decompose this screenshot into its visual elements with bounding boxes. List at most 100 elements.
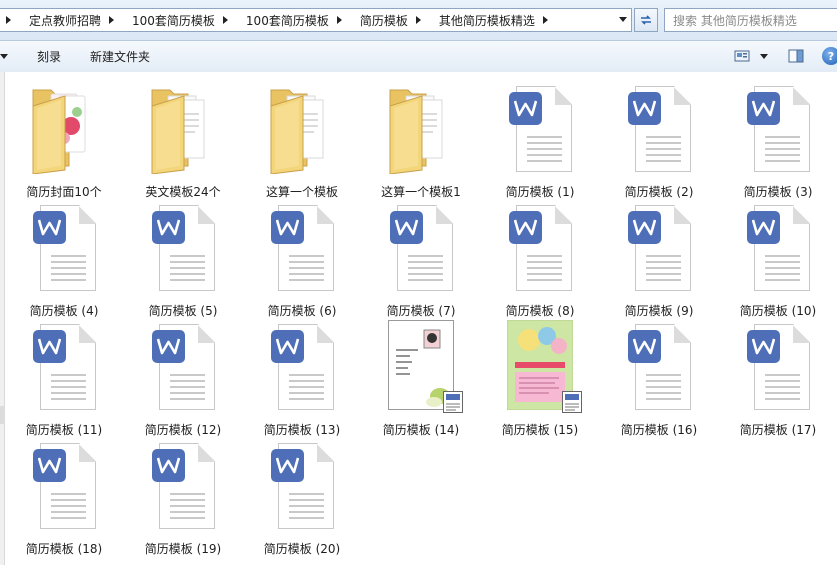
breadcrumb-root[interactable]	[0, 9, 23, 31]
item-icon[interactable]	[9, 80, 119, 174]
item-icon[interactable]	[485, 318, 595, 413]
file-item[interactable]: 简历模板 (5)	[128, 199, 238, 318]
breadcrumb-item-4[interactable]: 简历模板	[354, 9, 433, 31]
file-item[interactable]: 简历模板 (1)	[485, 80, 595, 199]
item-icon[interactable]	[247, 80, 357, 174]
item-label[interactable]: 简历模板 (11)	[9, 421, 119, 438]
item-icon[interactable]	[128, 437, 238, 531]
chevron-right-icon[interactable]	[336, 16, 342, 24]
item-icon[interactable]	[128, 318, 238, 412]
item-icon[interactable]	[485, 199, 595, 293]
organize-dropdown-icon[interactable]	[0, 54, 8, 59]
item-label[interactable]: 简历模板 (19)	[128, 540, 238, 557]
item-icon[interactable]	[128, 80, 238, 174]
view-options-dropdown-icon[interactable]	[760, 54, 768, 59]
item-label[interactable]: 简历模板 (1)	[485, 183, 595, 200]
file-item[interactable]: 简历模板 (19)	[128, 437, 238, 556]
item-label[interactable]: 这算一个模板1	[366, 183, 476, 200]
file-item[interactable]: 简历模板 (9)	[604, 199, 714, 318]
file-item[interactable]: 简历模板 (10)	[723, 199, 833, 318]
text-line	[51, 499, 86, 501]
folder-item[interactable]: 简历封面10个	[9, 80, 119, 199]
folder-item[interactable]: 这算一个模板	[247, 80, 357, 199]
item-label[interactable]: 简历封面10个	[9, 183, 119, 200]
item-label[interactable]: 简历模板 (20)	[247, 540, 357, 557]
chevron-right-icon[interactable]	[109, 16, 115, 24]
address-bar[interactable]: 定点教师招聘 100套简历模板 100套简历模板 简历模板 其他简历模板精选	[0, 8, 632, 32]
item-icon[interactable]	[247, 199, 357, 293]
wps-writer-icon	[33, 211, 66, 244]
item-icon[interactable]	[9, 199, 119, 293]
file-item[interactable]: 简历模板 (15)	[485, 318, 595, 437]
file-item[interactable]: 简历模板 (7)	[366, 199, 476, 318]
item-icon[interactable]	[9, 437, 119, 531]
file-item[interactable]: 简历模板 (14)	[366, 318, 476, 437]
item-label[interactable]: 这算一个模板	[247, 183, 357, 200]
item-label[interactable]: 英文模板24个	[128, 183, 238, 200]
item-label[interactable]: 简历模板 (15)	[485, 421, 595, 438]
help-button[interactable]: ?	[822, 47, 837, 65]
file-item[interactable]: 简历模板 (2)	[604, 80, 714, 199]
new-folder-button[interactable]: 新建文件夹	[90, 41, 150, 72]
item-label[interactable]: 简历模板 (12)	[128, 421, 238, 438]
file-item[interactable]: 简历模板 (3)	[723, 80, 833, 199]
item-icon[interactable]	[723, 199, 833, 293]
item-icon[interactable]	[247, 318, 357, 412]
item-icon[interactable]	[128, 199, 238, 293]
file-item[interactable]: 简历模板 (16)	[604, 318, 714, 437]
chevron-right-icon[interactable]	[542, 16, 548, 24]
item-label[interactable]: 简历模板 (9)	[604, 302, 714, 319]
item-label[interactable]: 简历模板 (7)	[366, 302, 476, 319]
folder-item[interactable]: 英文模板24个	[128, 80, 238, 199]
file-item[interactable]: 简历模板 (17)	[723, 318, 833, 437]
item-label[interactable]: 简历模板 (10)	[723, 302, 833, 319]
item-icon[interactable]	[604, 80, 714, 174]
file-item[interactable]: 简历模板 (11)	[9, 318, 119, 437]
text-line	[170, 493, 205, 495]
breadcrumb-item-1[interactable]: 定点教师招聘	[23, 9, 126, 31]
preview-pane-button[interactable]	[788, 48, 804, 64]
chevron-right-icon[interactable]	[415, 16, 421, 24]
file-item[interactable]: 简历模板 (8)	[485, 199, 595, 318]
chevron-right-icon[interactable]	[222, 16, 228, 24]
item-label[interactable]: 简历模板 (6)	[247, 302, 357, 319]
item-icon[interactable]	[9, 318, 119, 412]
burn-button[interactable]: 刻录	[37, 41, 61, 72]
file-item[interactable]: 简历模板 (4)	[9, 199, 119, 318]
breadcrumb-item-5[interactable]: 其他简历模板精选	[433, 9, 560, 31]
item-label[interactable]: 简历模板 (13)	[247, 421, 357, 438]
item-icon[interactable]	[247, 437, 357, 531]
item-label[interactable]: 简历模板 (18)	[9, 540, 119, 557]
pane-resize-handle[interactable]	[0, 406, 5, 424]
item-icon[interactable]	[485, 80, 595, 174]
item-label[interactable]: 简历模板 (17)	[723, 421, 833, 438]
item-label[interactable]: 简历模板 (3)	[723, 183, 833, 200]
file-item[interactable]: 简历模板 (6)	[247, 199, 357, 318]
file-item[interactable]: 简历模板 (12)	[128, 318, 238, 437]
item-icon[interactable]	[604, 199, 714, 293]
item-label[interactable]: 简历模板 (8)	[485, 302, 595, 319]
item-icon[interactable]	[723, 80, 833, 174]
breadcrumb-item-2[interactable]: 100套简历模板	[126, 9, 240, 31]
chevron-right-icon[interactable]	[6, 16, 11, 24]
search-input[interactable]: 搜索 其他简历模板精选	[664, 8, 837, 32]
item-label[interactable]: 简历模板 (4)	[9, 302, 119, 319]
file-item[interactable]: 简历模板 (13)	[247, 318, 357, 437]
file-item[interactable]: 简历模板 (18)	[9, 437, 119, 556]
item-icon[interactable]	[366, 80, 476, 174]
item-label[interactable]: 简历模板 (5)	[128, 302, 238, 319]
item-label[interactable]: 简历模板 (16)	[604, 421, 714, 438]
item-icon[interactable]	[723, 318, 833, 412]
change-view-button[interactable]	[734, 49, 750, 63]
refresh-button[interactable]	[634, 8, 658, 32]
folder-item[interactable]: 这算一个模板1	[366, 80, 476, 199]
file-item[interactable]: 简历模板 (20)	[247, 437, 357, 556]
item-icon[interactable]	[366, 199, 476, 293]
text-line	[170, 380, 205, 382]
address-history-dropdown-icon[interactable]	[619, 17, 627, 22]
item-label[interactable]: 简历模板 (2)	[604, 183, 714, 200]
item-label[interactable]: 简历模板 (14)	[366, 421, 476, 438]
item-icon[interactable]	[604, 318, 714, 412]
breadcrumb-item-3[interactable]: 100套简历模板	[240, 9, 354, 31]
item-icon[interactable]	[366, 318, 476, 413]
